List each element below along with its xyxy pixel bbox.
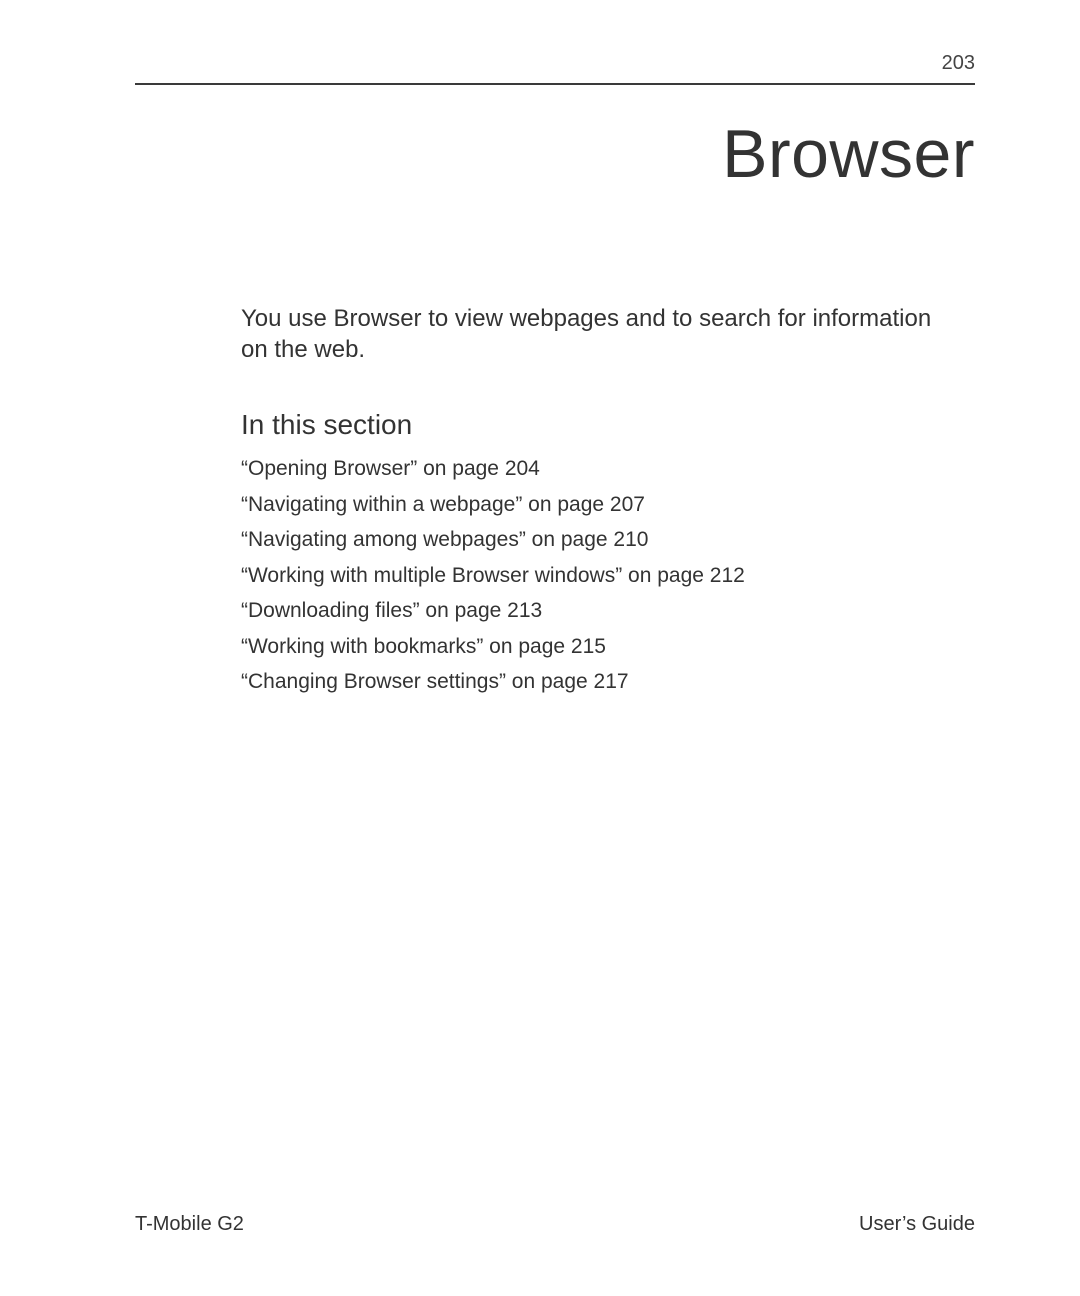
footer-left: T-Mobile G2 (135, 1213, 244, 1236)
toc-item: “Navigating within a webpage” on page 20… (241, 489, 945, 521)
toc-item: “Navigating among webpages” on page 210 (241, 524, 945, 556)
toc-item: “Working with multiple Browser windows” … (241, 560, 945, 592)
toc-list: “Opening Browser” on page 204 “Navigatin… (241, 453, 945, 698)
toc-item: “Working with bookmarks” on page 215 (241, 631, 945, 663)
section-heading: In this section (241, 409, 945, 441)
content-area: You use Browser to view webpages and to … (135, 303, 975, 1193)
toc-item: “Opening Browser” on page 204 (241, 453, 945, 485)
document-page: 203 Browser You use Browser to view webp… (0, 0, 1080, 1296)
footer-right: User’s Guide (859, 1213, 975, 1236)
toc-item: “Downloading files” on page 213 (241, 595, 945, 627)
toc-item: “Changing Browser settings” on page 217 (241, 666, 945, 698)
page-number: 203 (135, 52, 975, 83)
footer: T-Mobile G2 User’s Guide (135, 1193, 975, 1236)
header-rule (135, 83, 975, 85)
chapter-title: Browser (135, 115, 975, 193)
intro-paragraph: You use Browser to view webpages and to … (241, 303, 945, 365)
